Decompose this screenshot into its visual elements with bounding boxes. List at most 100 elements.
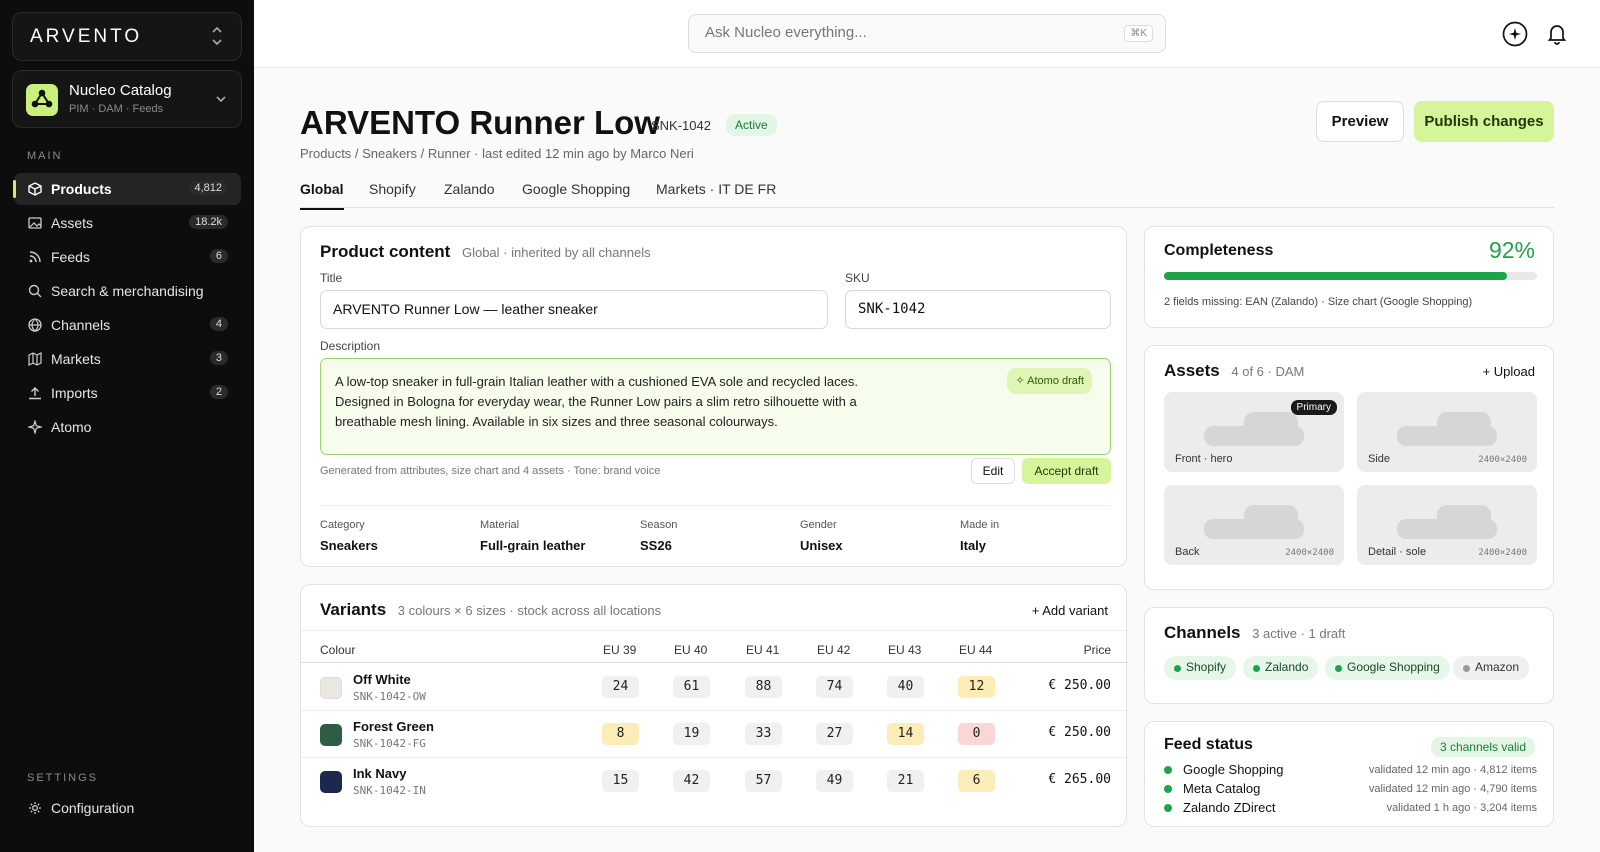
stock-cell[interactable]: 42 xyxy=(673,770,710,792)
global-search[interactable]: ⌘K xyxy=(688,14,1166,53)
search-input[interactable] xyxy=(705,24,1105,41)
card-title: Feed status xyxy=(1164,736,1253,753)
attribute-value: Full-grain leather xyxy=(480,538,586,553)
stock-cell[interactable]: 61 xyxy=(673,676,710,698)
attribute-value: Sneakers xyxy=(320,538,378,553)
catalog-name: Nucleo Catalog xyxy=(69,82,172,99)
feed-meta: validated 12 min ago · 4,790 items xyxy=(1368,783,1537,795)
org-switcher[interactable]: ARVENTO xyxy=(12,12,242,61)
attribute-value: Unisex xyxy=(800,538,843,553)
card-title: Channels xyxy=(1164,623,1241,642)
search-icon xyxy=(28,284,42,298)
variant-row[interactable]: Forest Green SNK-1042-FG 8 19 33 27 14 0 € 250.0… xyxy=(301,711,1128,758)
tab-google-shopping[interactable]: Google Shopping xyxy=(522,181,630,197)
title-label: Title xyxy=(320,271,343,285)
stock-cell[interactable]: 8 xyxy=(602,723,639,745)
stock-cell[interactable]: 12 xyxy=(958,676,995,698)
stock-cell[interactable]: 6 xyxy=(958,770,995,792)
variant-row[interactable]: Off White SNK-1042-OW 24 61 88 74 40 12 € 250.00 xyxy=(301,664,1128,711)
stock-cell[interactable]: 19 xyxy=(673,723,710,745)
attribute-made-in: Made in Italy xyxy=(960,519,999,553)
stock-cell[interactable]: 27 xyxy=(816,723,853,745)
chevron-down-icon xyxy=(216,96,226,103)
description-text: A low-top sneaker in full-grain Italian … xyxy=(335,374,858,429)
stock-cell[interactable]: 21 xyxy=(887,770,924,792)
sidebar-item-label: Assets xyxy=(51,215,94,231)
column-header: EU 39 xyxy=(603,643,637,657)
catalog-switcher[interactable]: Nucleo Catalog PIM · DAM · Feeds xyxy=(12,70,242,128)
upload-button[interactable]: + Upload xyxy=(1483,364,1535,379)
sidebar-item-configuration[interactable]: Configuration xyxy=(14,792,241,824)
stock-cell[interactable]: 24 xyxy=(602,676,639,698)
tab-zalando[interactable]: Zalando xyxy=(444,181,495,197)
sku-field[interactable]: SNK-1042 xyxy=(845,290,1111,329)
asset-tile[interactable]: Detail · sole 2400×2400 xyxy=(1357,485,1537,565)
column-header: EU 40 xyxy=(674,643,708,657)
stock-cell[interactable]: 33 xyxy=(745,723,782,745)
feed-row[interactable]: Meta Catalog validated 12 min ago · 4,790… xyxy=(1164,781,1537,799)
attribute-category: Category Sneakers xyxy=(320,519,378,553)
add-variant-button[interactable]: + Add variant xyxy=(1032,603,1108,618)
assistant-icon[interactable] xyxy=(1502,21,1528,47)
tab-markets[interactable]: Markets · IT DE FR xyxy=(656,181,776,197)
feed-row[interactable]: Google Shopping validated 12 min ago · 4,… xyxy=(1164,762,1537,780)
card-subtitle: Global · inherited by all channels xyxy=(461,245,651,260)
primary-badge: Primary xyxy=(1290,400,1337,415)
org-name: ARVENTO xyxy=(30,26,143,47)
sidebar-item-atomo[interactable]: Atomo xyxy=(14,411,241,443)
asset-tile[interactable]: Primary Front · hero xyxy=(1164,392,1344,472)
title-field[interactable]: ARVENTO Runner Low — leather sneaker xyxy=(320,290,828,329)
edit-button[interactable]: Edit xyxy=(971,458,1015,484)
asset-tile[interactable]: Side 2400×2400 xyxy=(1357,392,1537,472)
stock-cell[interactable]: 57 xyxy=(745,770,782,792)
sidebar-item-products[interactable]: Products 4,812 xyxy=(13,173,241,205)
sidebar-item-search-merchandising[interactable]: Search & merchandising xyxy=(14,275,241,307)
completeness-bar xyxy=(1164,272,1537,280)
channel-chip-zalando[interactable]: Zalando xyxy=(1243,656,1319,680)
stock-cell[interactable]: 49 xyxy=(816,770,853,792)
stock-cell[interactable]: 0 xyxy=(958,723,995,745)
asset-tile[interactable]: Back 2400×2400 xyxy=(1164,485,1344,565)
stock-cell[interactable]: 88 xyxy=(745,676,782,698)
feeds-valid-badge: 3 channels valid xyxy=(1430,737,1535,757)
sidebar-item-feeds[interactable]: Feeds 6 xyxy=(14,241,241,273)
variant-name: Ink Navy xyxy=(353,766,407,781)
count-badge: 6 xyxy=(209,249,228,263)
variant-sku: SNK-1042-IN xyxy=(353,784,426,797)
tab-shopify[interactable]: Shopify xyxy=(369,181,416,197)
description-label: Description xyxy=(320,339,381,353)
rss-icon xyxy=(29,251,41,263)
globe-icon xyxy=(28,318,42,332)
stock-cell[interactable]: 40 xyxy=(887,676,924,698)
draft-badge-label: Atomo draft xyxy=(1027,375,1084,387)
count-badge: 4 xyxy=(209,317,228,331)
channel-chip-amazon[interactable]: Amazon xyxy=(1453,656,1530,680)
feed-row[interactable]: Zalando ZDirect validated 1 h ago · 3,204… xyxy=(1164,800,1537,818)
sidebar-item-imports[interactable]: Imports 2 xyxy=(14,377,241,409)
variant-name: Forest Green xyxy=(353,719,434,734)
feed-status-card: Feed status 3 channels valid Google Shop… xyxy=(1144,721,1554,827)
page-title: ARVENTO Runner Low xyxy=(300,104,660,141)
sidebar-item-markets[interactable]: Markets 3 xyxy=(14,343,241,375)
sidebar-item-assets[interactable]: Assets 18.2k xyxy=(14,207,241,239)
attribute-key: Season xyxy=(640,519,678,531)
description-field[interactable]: A low-top sneaker in full-grain Italian … xyxy=(320,358,1111,455)
variant-row[interactable]: Ink Navy SNK-1042-IN 15 42 57 49 21 6 € 265.00 xyxy=(301,758,1128,805)
publish-button[interactable]: Publish changes xyxy=(1414,101,1554,142)
variants-table-header: Colour EU 39 EU 40 EU 41 EU 42 EU 43 EU … xyxy=(301,630,1128,663)
tab-global[interactable]: Global xyxy=(300,181,344,210)
channel-chip-shopify[interactable]: Shopify xyxy=(1164,656,1237,680)
upload-icon xyxy=(29,387,41,400)
bell-icon[interactable] xyxy=(1544,21,1570,47)
preview-button[interactable]: Preview xyxy=(1316,101,1404,142)
breadcrumb: Products / Sneakers / Runner · last edit… xyxy=(300,146,694,161)
sidebar-item-label: Configuration xyxy=(51,800,135,816)
sidebar-item-channels[interactable]: Channels 4 xyxy=(14,309,241,341)
stock-cell[interactable]: 15 xyxy=(602,770,639,792)
accept-draft-button[interactable]: Accept draft xyxy=(1022,458,1111,484)
stock-cell[interactable]: 14 xyxy=(887,723,924,745)
stock-cell[interactable]: 74 xyxy=(816,676,853,698)
asset-dimensions: 2400×2400 xyxy=(1478,548,1527,558)
variant-price: € 250.00 xyxy=(1048,725,1111,740)
channel-chip-google-shopping[interactable]: Google Shopping xyxy=(1325,656,1450,680)
